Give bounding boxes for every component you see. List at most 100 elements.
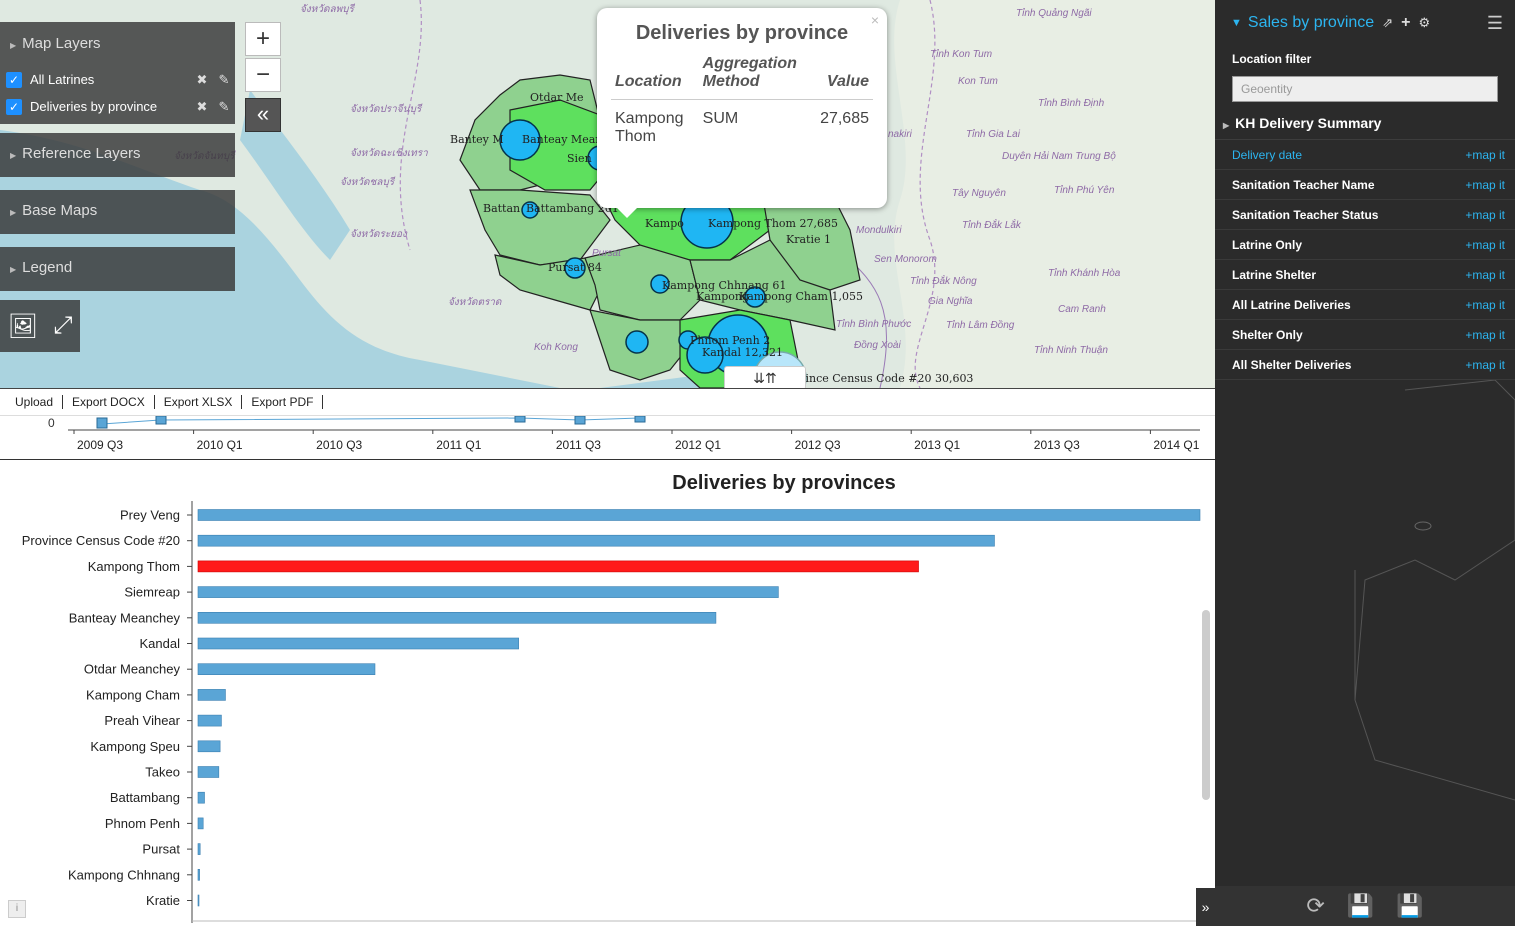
checkbox-checked-icon[interactable]: ✓ [6, 98, 22, 115]
col-location: Location [611, 53, 699, 100]
map-it-link[interactable]: +map it [1465, 238, 1505, 252]
summary-header[interactable]: ▶ KH Delivery Summary [1215, 106, 1515, 140]
category-label: Battambang [110, 790, 180, 805]
hamburger-menu-icon[interactable]: ☰ [1487, 13, 1503, 34]
edit-pencil-icon[interactable]: ✎ [213, 72, 235, 88]
zoom-out-button[interactable]: − [245, 58, 281, 92]
category-label: Kampong Cham [86, 687, 180, 702]
map-it-link[interactable]: +map it [1465, 208, 1505, 222]
reference-layers-header[interactable]: ▶ Reference Layers [0, 133, 235, 177]
field-label[interactable]: All Latrine Deliveries [1232, 298, 1465, 312]
bar-chart[interactable]: Deliveries by provinces Prey Veng Provinc… [0, 461, 1215, 926]
category-label: Takeo [145, 765, 180, 780]
panel-title[interactable]: Sales by province [1248, 14, 1374, 32]
field-row[interactable]: Shelter Only +map it [1215, 320, 1515, 350]
expand-collapse-button[interactable]: ⇊⇈ [724, 366, 806, 390]
image-export-icon[interactable]: 🖼 [8, 312, 38, 341]
chart-scrollbar[interactable] [1202, 610, 1210, 800]
map-view[interactable]: Otdar Me Bantey M Banteay Mean Sien Battan Ba… [0, 0, 1215, 388]
map-layers-header[interactable]: ▶ Map Layers [0, 22, 235, 66]
upload-button[interactable]: Upload [6, 395, 64, 409]
category-label: Pursat [142, 842, 180, 857]
category-label: Province Census Code #20 [22, 533, 180, 548]
field-row[interactable]: Latrine Shelter +map it [1215, 260, 1515, 290]
bar-chart-svg: Deliveries by provinces Prey Veng Provinc… [22, 472, 1201, 923]
place-label: จังหวัดฉะเชิงเทรา [350, 147, 428, 159]
map-it-link[interactable]: +map it [1465, 178, 1505, 192]
export-pdf-button[interactable]: Export PDF [242, 395, 324, 409]
remove-icon[interactable]: ✖ [191, 72, 213, 88]
field-label[interactable]: Sanitation Teacher Name [1232, 178, 1465, 192]
save-icon[interactable]: 💾 [1347, 893, 1374, 919]
field-label[interactable]: All Shelter Deliveries [1232, 358, 1465, 372]
close-icon[interactable]: × [871, 12, 879, 28]
zoom-in-button[interactable]: + [245, 22, 281, 56]
legend-label: Legend [22, 259, 73, 276]
field-row[interactable]: Latrine Only +map it [1215, 230, 1515, 260]
field-label[interactable]: Shelter Only [1232, 328, 1465, 342]
collapse-panel-button[interactable]: « [245, 98, 281, 132]
bar-preah-vihear[interactable] [197, 714, 222, 727]
export-docx-button[interactable]: Export DOCX [63, 395, 155, 409]
summary-label: KH Delivery Summary [1235, 115, 1382, 131]
bar-pursat[interactable] [197, 843, 201, 855]
timeline-tick-label: 2010 Q1 [197, 438, 243, 452]
fullscreen-icon[interactable]: ⤢ [53, 312, 72, 340]
bar-kandal[interactable] [197, 637, 519, 650]
field-row[interactable]: All Shelter Deliveries +map it [1215, 350, 1515, 380]
place-label: Tỉnh Phú Yên [1054, 184, 1115, 196]
bar-kampong-chhnang[interactable] [197, 868, 200, 881]
timeline-chart[interactable]: 0 2009 Q3 2010 Q1 2010 Q3 2011 Q1 2011 Q3 201… [0, 415, 1215, 460]
field-label[interactable]: Delivery date [1232, 148, 1465, 162]
field-label[interactable]: Latrine Shelter [1232, 268, 1465, 282]
reference-layers-label: Reference Layers [22, 145, 141, 162]
bar-kampong-cham[interactable] [197, 689, 226, 701]
external-link-icon[interactable]: ⇗ [1382, 15, 1393, 31]
checkbox-checked-icon[interactable]: ✓ [6, 71, 22, 88]
category-label: Otdar Meanchey [84, 662, 181, 677]
map-it-link[interactable]: +map it [1465, 328, 1505, 342]
collapse-triangle-icon[interactable]: ▼ [1231, 17, 1242, 29]
map-it-link[interactable]: +map it [1465, 298, 1505, 312]
province-label: Kampong Cham 1,055 [739, 290, 863, 303]
bar-otdar-meanchey[interactable] [197, 663, 376, 675]
bar-takeo[interactable] [197, 766, 220, 778]
bar-kratie[interactable] [197, 894, 200, 907]
save-as-icon[interactable]: 💾 [1396, 893, 1423, 919]
base-maps-label: Base Maps [22, 202, 98, 219]
field-label[interactable]: Sanitation Teacher Status [1232, 208, 1465, 222]
field-row[interactable]: All Latrine Deliveries +map it [1215, 290, 1515, 320]
bar-kampong-speu[interactable] [197, 740, 221, 753]
panel-toggle-button[interactable]: » [1196, 888, 1215, 926]
edit-pencil-icon[interactable]: ✎ [213, 99, 235, 115]
map-it-link[interactable]: +map it [1465, 268, 1505, 282]
popup-value: 27,685 [820, 110, 869, 127]
place-label: จังหวัดลพบุรี [300, 3, 356, 15]
field-label[interactable]: Latrine Only [1232, 238, 1465, 252]
add-icon[interactable]: + [1401, 14, 1410, 32]
bar-battambang[interactable] [197, 791, 205, 804]
category-label: Kampong Chhnang [68, 867, 180, 882]
bar-siemreap[interactable] [197, 586, 779, 598]
export-xlsx-button[interactable]: Export XLSX [155, 395, 243, 409]
field-row[interactable]: Sanitation Teacher Name +map it [1215, 170, 1515, 200]
refresh-icon[interactable]: ⟳ [1306, 893, 1324, 919]
gear-icon[interactable]: ⚙ [1418, 15, 1430, 31]
bar-province-census-code-20[interactable] [197, 534, 995, 547]
popup-table: Location Aggregation Method Value Kampon… [611, 53, 873, 156]
geoentity-input[interactable]: Geoentity [1232, 76, 1498, 102]
field-row[interactable]: Delivery date +map it [1215, 140, 1515, 170]
info-icon[interactable]: i [8, 900, 26, 918]
bar-phnom-penh[interactable] [197, 817, 204, 830]
place-label: Duyên Hải Nam Trung Bộ [1002, 150, 1116, 162]
place-label: Tỉnh Bình Phước [836, 318, 911, 330]
bar-kampong-thom[interactable] [197, 560, 919, 573]
base-maps-header[interactable]: ▶ Base Maps [0, 190, 235, 234]
map-it-link[interactable]: +map it [1465, 148, 1505, 162]
field-row[interactable]: Sanitation Teacher Status +map it [1215, 200, 1515, 230]
bar-banteay-meanchey[interactable] [197, 612, 717, 624]
map-it-link[interactable]: +map it [1465, 358, 1505, 372]
remove-icon[interactable]: ✖ [191, 99, 213, 115]
legend-header[interactable]: ▶ Legend [0, 247, 235, 291]
bar-prey-veng[interactable] [197, 509, 1201, 521]
